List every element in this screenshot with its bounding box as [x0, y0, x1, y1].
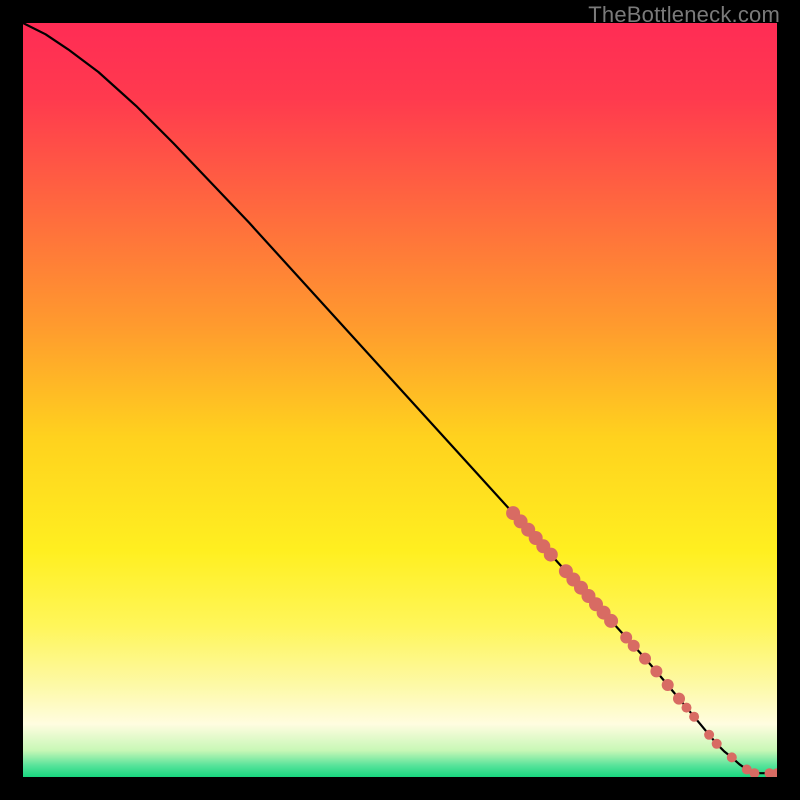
data-marker	[727, 752, 737, 762]
data-marker	[673, 693, 685, 705]
data-marker	[704, 730, 714, 740]
data-marker	[662, 679, 674, 691]
data-marker	[682, 703, 692, 713]
data-marker	[639, 653, 651, 665]
data-marker	[650, 665, 662, 677]
data-marker	[689, 712, 699, 722]
data-marker	[604, 614, 618, 628]
chart-plot	[23, 23, 777, 777]
chart-frame: TheBottleneck.com	[0, 0, 800, 800]
data-marker	[628, 640, 640, 652]
data-marker	[544, 548, 558, 562]
gradient-background	[23, 23, 777, 777]
watermark-text: TheBottleneck.com	[588, 2, 780, 28]
data-marker	[712, 739, 722, 749]
